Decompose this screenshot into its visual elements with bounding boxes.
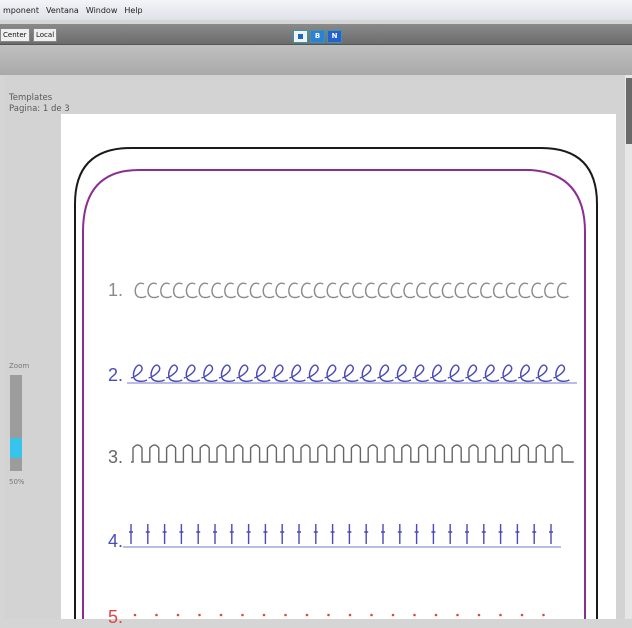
zoom-label: Zoom — [9, 362, 30, 370]
practice-dot — [413, 613, 416, 617]
practice-dot — [391, 613, 395, 617]
templates-label: Templates — [9, 93, 53, 103]
square-icon — [298, 34, 303, 39]
menu-item-component[interactable]: mponent — [3, 6, 39, 15]
secondary-toolbar — [0, 45, 632, 75]
view-mode-buttons: B N — [293, 30, 342, 43]
practice-dot — [284, 613, 287, 617]
b-view-button[interactable]: B — [310, 30, 325, 43]
side-panel-header: Templates Pagina: 1 de 3 — [9, 93, 70, 115]
zoom-slider-handle[interactable] — [10, 438, 22, 458]
row-number-3: 3. — [108, 447, 124, 467]
row-number-5: 5. — [108, 607, 124, 627]
practice-dot — [327, 613, 330, 617]
row-number-4: 4. — [108, 531, 124, 551]
worksheet-drawing — [74, 147, 598, 619]
practice-dot — [198, 613, 201, 617]
practice-dot — [241, 613, 244, 617]
single-view-button[interactable] — [293, 30, 308, 43]
menu-item-ventana[interactable]: Ventana — [46, 6, 79, 15]
practice-pattern-row-1 — [134, 282, 569, 299]
menu-bar: mponent Ventana Window Help — [0, 0, 632, 20]
row-number-1: 1. — [108, 280, 124, 300]
vertical-scrollbar[interactable] — [625, 75, 632, 619]
practice-dot — [155, 613, 158, 617]
practice-dot — [133, 613, 137, 617]
practice-dot — [456, 613, 459, 617]
row-number-2: 2. — [108, 365, 124, 385]
practice-dot — [520, 613, 524, 617]
toolbar: Center Local B N — [0, 24, 632, 45]
practice-dot — [477, 613, 481, 617]
menu-item-window[interactable]: Window — [86, 6, 118, 15]
center-combo[interactable]: Center — [0, 28, 30, 42]
practice-pattern-row-4 — [129, 524, 553, 544]
n-view-button[interactable]: N — [327, 30, 342, 43]
menu-item-help[interactable]: Help — [124, 6, 142, 15]
practice-dot — [176, 613, 180, 617]
zoom-slider[interactable] — [10, 375, 22, 471]
practice-dot — [219, 613, 223, 617]
practice-dot — [370, 613, 373, 617]
practice-dot — [499, 613, 502, 617]
outer-frame — [74, 147, 598, 619]
practice-dot — [542, 613, 545, 617]
inner-frame — [82, 169, 586, 619]
practice-pattern-row-2 — [130, 364, 570, 383]
practice-dot — [348, 613, 352, 617]
scrollbar-thumb[interactable] — [626, 78, 632, 144]
practice-dot — [305, 613, 309, 617]
practice-pattern-row-3 — [131, 444, 574, 463]
zoom-value: 50% — [9, 478, 25, 486]
practice-dot — [434, 613, 438, 617]
practice-dot — [262, 613, 266, 617]
local-combo[interactable]: Local — [33, 28, 58, 42]
worksheet-page: 1. 2. 3. 4. 5. — [61, 114, 616, 627]
